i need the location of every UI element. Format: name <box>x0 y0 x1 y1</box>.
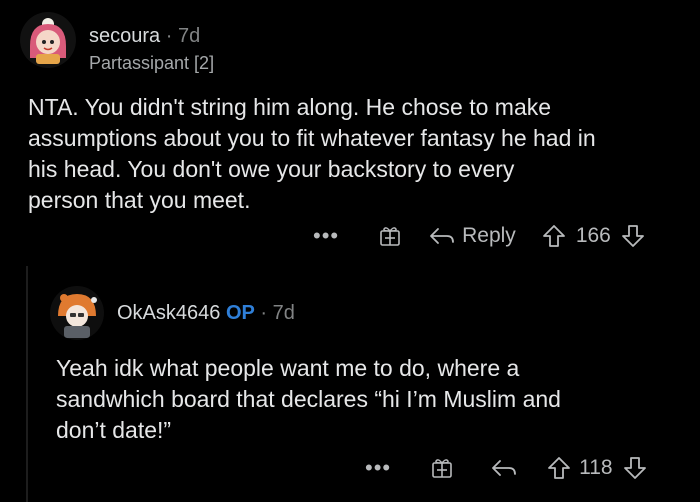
vote-count: 166 <box>575 224 611 247</box>
comment-header: secoura · 7d <box>89 25 200 48</box>
comment-line: don’t date!” <box>56 417 172 443</box>
avatar[interactable] <box>20 12 76 68</box>
op-badge: OP <box>225 302 255 324</box>
comment-actions: ••• Reply 166 <box>313 222 645 250</box>
comment-line: NTA. You didn't string him along. He cho… <box>28 94 552 120</box>
comment-line: sandwhich board that declares “hi I’m Mu… <box>56 386 561 412</box>
avatar-image <box>20 12 76 68</box>
award-icon[interactable] <box>431 457 453 479</box>
reply-arrow-icon <box>492 460 517 476</box>
vote-count: 118 <box>579 456 613 479</box>
comment-line: Yeah idk what people want me to do, wher… <box>56 355 520 381</box>
avatar-image <box>50 286 104 340</box>
comment-header: OkAsk4646 OP · 7d <box>117 302 295 325</box>
timestamp: 7d <box>272 302 295 324</box>
more-options-icon[interactable]: ••• <box>313 223 339 249</box>
username[interactable]: OkAsk4646 <box>117 302 220 324</box>
comment-actions: ••• 118 <box>365 454 647 482</box>
more-options-icon[interactable]: ••• <box>365 455 391 481</box>
upvote-icon[interactable] <box>542 224 566 248</box>
reply-arrow-icon <box>430 228 455 244</box>
reply-button[interactable] <box>491 458 517 478</box>
award-icon[interactable] <box>379 225 401 247</box>
separator-dot: · <box>260 302 268 324</box>
timestamp: 7d <box>177 25 201 47</box>
reply-label: Reply <box>462 224 516 247</box>
comment-body: NTA. You didn't string him along. He cho… <box>28 92 596 216</box>
user-flair: Partassipant [2] <box>89 53 215 73</box>
comment-line: his head. You don't owe your backstory t… <box>28 156 515 182</box>
separator-dot: · <box>165 25 173 47</box>
downvote-icon[interactable] <box>621 224 645 248</box>
comment-line: assumptions about you to fit whatever fa… <box>28 125 596 151</box>
downvote-icon[interactable] <box>623 456 647 480</box>
comment-line: person that you meet. <box>28 187 251 213</box>
comment-body: Yeah idk what people want me to do, wher… <box>56 353 561 446</box>
upvote-icon[interactable] <box>547 456 571 480</box>
reply-button[interactable]: Reply <box>429 224 516 248</box>
avatar[interactable] <box>50 286 104 340</box>
thread-line[interactable] <box>26 266 28 502</box>
username[interactable]: secoura <box>89 25 160 47</box>
